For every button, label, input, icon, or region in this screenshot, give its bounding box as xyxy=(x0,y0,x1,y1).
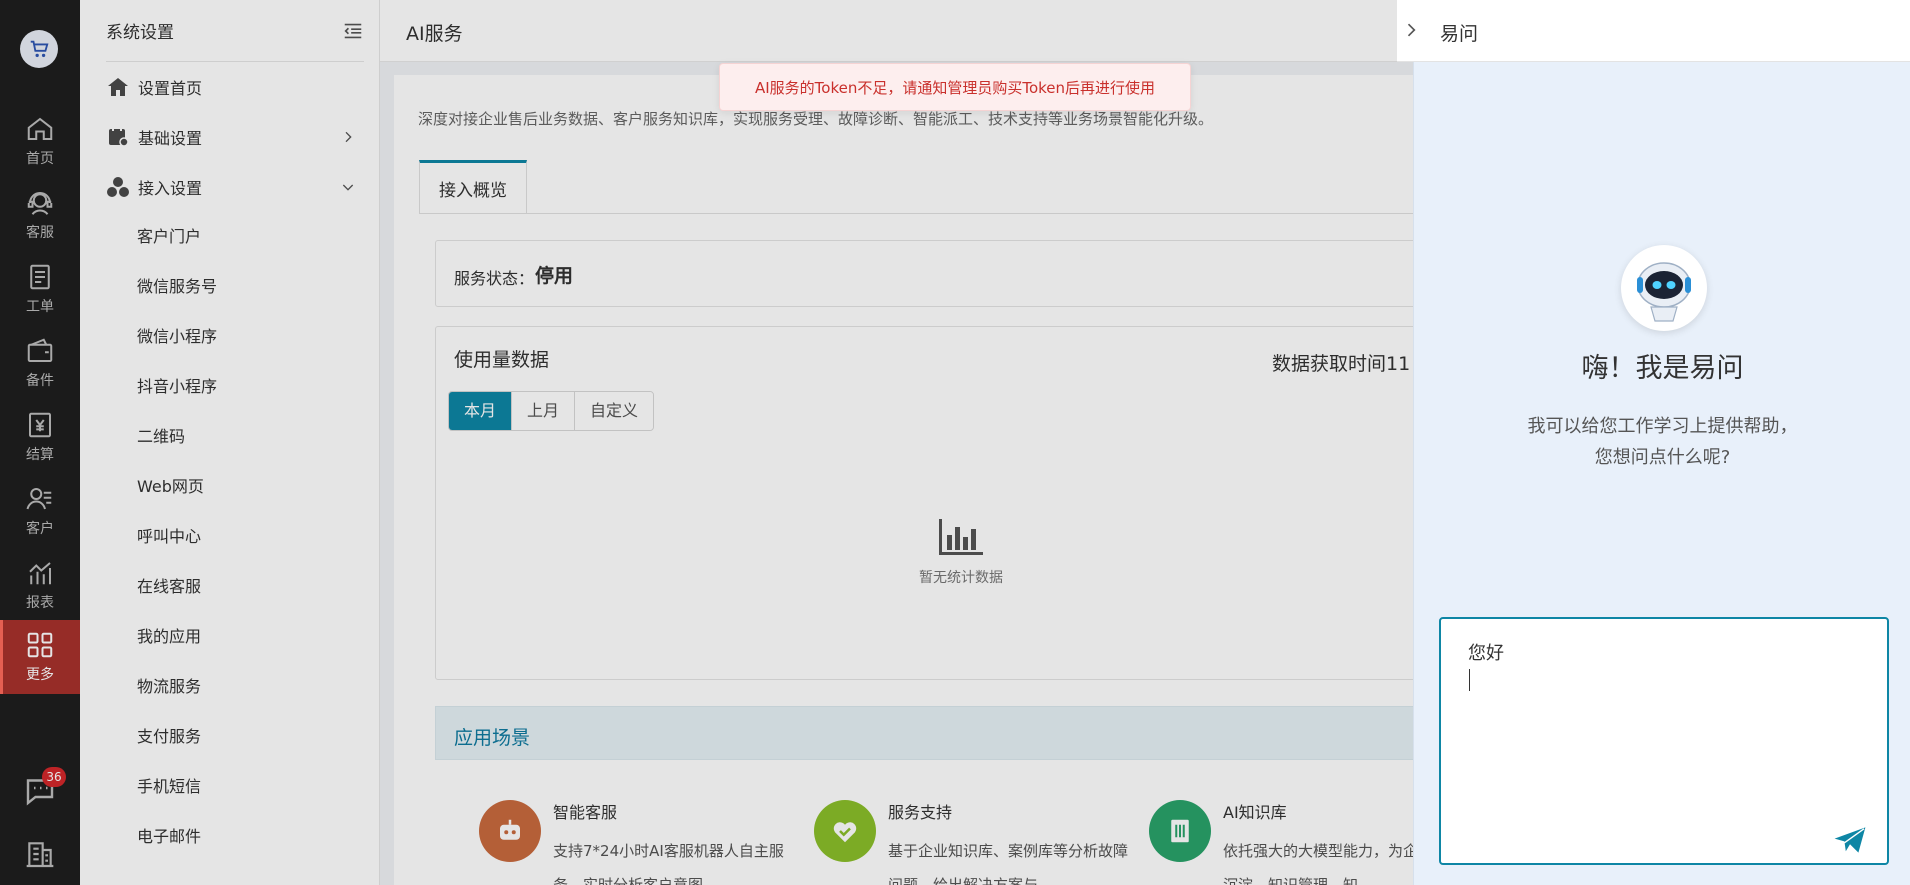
chevron-right-icon[interactable] xyxy=(1401,20,1421,40)
assistant-avatar xyxy=(1621,245,1707,331)
chat-input[interactable]: 您好 xyxy=(1439,617,1889,865)
chat-input-text: 您好 xyxy=(1468,643,1504,664)
chat-greeting: 嗨！我是易问 xyxy=(1581,353,1744,384)
chat-title: 易问 xyxy=(1440,23,1479,45)
send-icon[interactable] xyxy=(1833,826,1867,854)
chat-header: 易问 xyxy=(1397,0,1910,62)
ai-chat-panel: 易问 嗨！我是易问 我可以给您工作学习上提供帮助， 您想问点什么呢? 您好 xyxy=(1397,0,1910,885)
text-caret xyxy=(1469,669,1470,691)
error-toast: AI服务的Token不足，请通知管理员购买Token后再进行使用 xyxy=(719,63,1191,111)
chat-intro: 我可以给您工作学习上提供帮助， 您想问点什么呢? xyxy=(1414,411,1910,473)
chat-intro-line2: 您想问点什么呢? xyxy=(1594,447,1731,468)
robot-avatar-icon xyxy=(1637,262,1691,322)
chat-intro-line1: 我可以给您工作学习上提供帮助， xyxy=(1527,416,1798,437)
